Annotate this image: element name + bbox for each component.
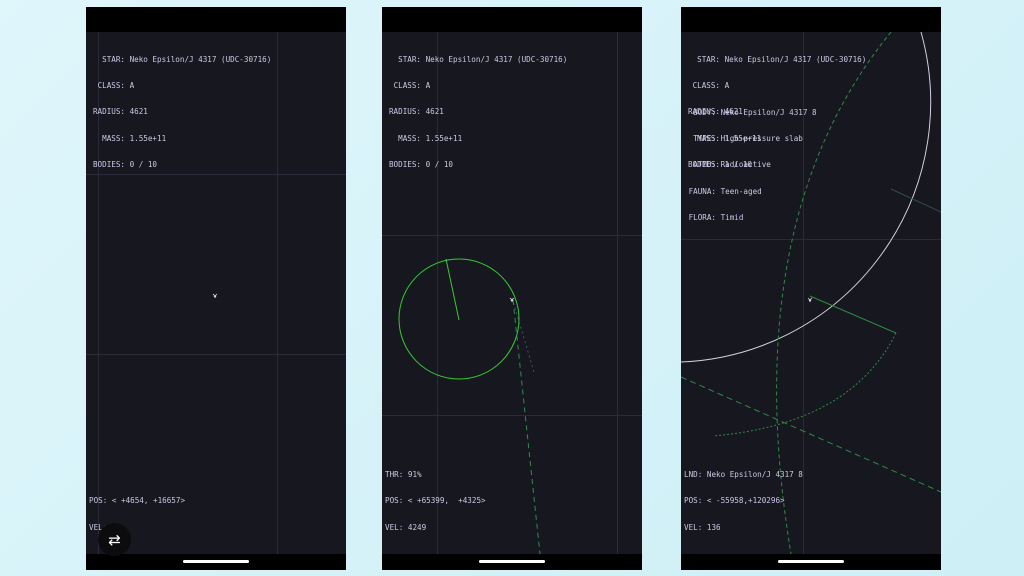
home-bar xyxy=(681,554,941,570)
vel-value: 4249 xyxy=(407,522,427,532)
status-bar xyxy=(382,7,642,32)
game-screen-2[interactable]: STAR: Neko Epsilon/J 4317 (UDC-30716) CL… xyxy=(382,7,642,570)
type-label: TYPE: xyxy=(693,133,716,143)
fauna-value: Teen-aged xyxy=(720,186,762,196)
bodies-label: BODIES: xyxy=(92,160,125,170)
repeat-icon: ⇄ xyxy=(108,530,121,549)
vel-value: 136 xyxy=(706,522,721,532)
star-label: STAR: xyxy=(102,54,125,64)
game-screen-1[interactable]: STAR: Neko Epsilon/J 4317 (UDC-30716) CL… xyxy=(86,7,346,570)
mass-value: 1.55e+11 xyxy=(425,133,463,143)
ship-info-panel: THR: 91% POS: < +65399, +4325> VEL: 4249 xyxy=(385,453,486,550)
lnd-label: LND: xyxy=(684,469,703,479)
class-label: CLASS: xyxy=(393,80,421,90)
radius-label: RADIUS: xyxy=(388,107,421,117)
star-value: Neko Epsilon/J 4317 (UDC-30716) xyxy=(724,54,867,64)
ship-icon[interactable] xyxy=(212,293,218,299)
home-indicator[interactable] xyxy=(479,560,545,563)
pos-value: < -55958,+120296> xyxy=(706,496,785,506)
orbit-ring xyxy=(398,258,520,380)
thr-label: THR: xyxy=(385,469,404,479)
flora-value: Timid xyxy=(720,213,744,223)
mass-label: MASS: xyxy=(102,133,125,143)
fauna-label: FAUNA: xyxy=(688,186,716,196)
radius-value: 4621 xyxy=(425,107,444,117)
vel-label: VEL: xyxy=(684,522,703,532)
bodies-value: 0 / 10 xyxy=(425,160,454,170)
body-info-panel: BODY: Neko Epsilon/J 4317 8 TYPE: High-p… xyxy=(684,91,817,241)
repeat-button[interactable]: ⇄ xyxy=(98,523,131,556)
atmo-label: ATMO: xyxy=(693,160,716,170)
vel-label: VEL: xyxy=(385,522,404,532)
status-bar xyxy=(86,7,346,32)
flora-label: FLORA: xyxy=(688,213,716,223)
mass-value: 1.55e+11 xyxy=(129,133,167,143)
star-info-panel: STAR: Neko Epsilon/J 4317 (UDC-30716) CL… xyxy=(89,38,271,188)
home-indicator[interactable] xyxy=(778,560,844,563)
atmo-value: Radioactive xyxy=(720,160,771,170)
bodies-value: 0 / 10 xyxy=(129,160,158,170)
star-label: STAR: xyxy=(697,54,720,64)
star-value: Neko Epsilon/J 4317 (UDC-30716) xyxy=(425,54,568,64)
radius-value: 4621 xyxy=(129,107,148,117)
star-info-panel: STAR: Neko Epsilon/J 4317 (UDC-30716) CL… xyxy=(385,38,567,188)
lnd-value: Neko Epsilon/J 4317 8 xyxy=(706,469,803,479)
ship-info-panel: LND: Neko Epsilon/J 4317 8 POS: < -55958… xyxy=(684,453,803,550)
home-indicator[interactable] xyxy=(183,560,249,563)
class-value: A xyxy=(724,80,730,90)
status-bar xyxy=(681,7,941,32)
home-bar xyxy=(382,554,642,570)
class-value: A xyxy=(129,80,135,90)
surface-marker xyxy=(890,188,941,213)
body-value: Neko Epsilon/J 4317 8 xyxy=(720,107,817,117)
star-label: STAR: xyxy=(398,54,421,64)
mass-label: MASS: xyxy=(398,133,421,143)
trajectory-line xyxy=(512,299,541,554)
pos-value: < +65399, +4325> xyxy=(407,496,486,506)
thr-value: 91% xyxy=(407,469,422,479)
pos-label: POS: xyxy=(385,496,404,506)
bodies-label: BODIES: xyxy=(388,160,421,170)
class-label: CLASS: xyxy=(692,80,720,90)
class-value: A xyxy=(425,80,431,90)
game-screen-3[interactable]: STAR: Neko Epsilon/J 4317 (UDC-30716) CL… xyxy=(681,7,941,570)
landing-arc xyxy=(712,295,897,437)
pos-label: POS: xyxy=(684,496,703,506)
class-label: CLASS: xyxy=(97,80,125,90)
ship-icon[interactable] xyxy=(807,297,813,303)
home-bar xyxy=(86,554,346,570)
pos-label: POS: xyxy=(89,496,108,506)
thrust-vector xyxy=(511,297,535,373)
type-value: High-pressure slab xyxy=(720,133,803,143)
body-label: BODY: xyxy=(693,107,716,117)
radius-label: RADIUS: xyxy=(92,107,125,117)
pos-value: < +4654, +16657> xyxy=(111,496,186,506)
star-value: Neko Epsilon/J 4317 (UDC-30716) xyxy=(129,54,272,64)
